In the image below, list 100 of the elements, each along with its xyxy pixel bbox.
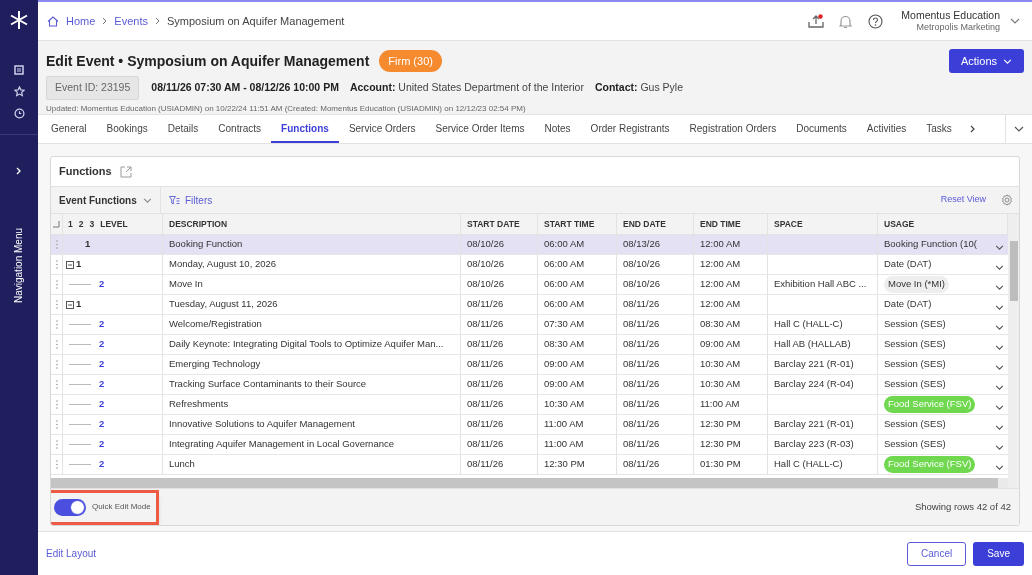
table-cell: Hall C (HALL-C) [774, 457, 843, 472]
table-cell: 08:30 AM [700, 317, 741, 332]
table-row[interactable]: 2 Lunch 08/11/26 12:30 PM 08/11/26 01:30 PM Hall C (HALL-C) Food Service (FSV) [51, 455, 1008, 475]
breadcrumb-link[interactable]: Events [114, 12, 148, 30]
tab[interactable]: Activities [856, 115, 917, 143]
tab[interactable]: Service Orders [338, 115, 426, 143]
table-row[interactable]: 2 Integrating Aquifer Management in Local Governance 08/11/26 11:00 AM 08/11/26 12:30 PM Barclay 223 (R-03) Session (SES) [51, 435, 1008, 455]
level-number: 2 [99, 357, 105, 372]
table-cell: 08/11/26 [467, 357, 504, 372]
table-cell: 12:00 AM [700, 277, 741, 292]
level-number: 2 [99, 397, 105, 412]
level-button[interactable]: 2 [78, 217, 84, 231]
usage-tag: Move In (*MI) [884, 276, 949, 293]
table-row[interactable]: 2 Refreshments 08/11/26 10:30 AM 08/11/26 11:00 AM Food Service (FSV) [51, 395, 1008, 415]
table-cell: Session (SES) [884, 357, 946, 372]
table-cell: 08/10/26 [467, 237, 504, 252]
level-button[interactable]: 1 [68, 217, 73, 231]
table-cell: Session (SES) [884, 317, 946, 332]
tab[interactable]: General [41, 115, 97, 143]
column-header: SPACE [774, 217, 803, 231]
table-cell: 08/10/26 [467, 277, 504, 292]
breadcrumb-current: Symposium on Aquifer Management [167, 13, 345, 29]
view-dropdown[interactable]: Event Functions [51, 187, 161, 213]
table-cell: 08/11/26 [467, 397, 504, 412]
navigation-menu-label[interactable]: Navigation Menu [11, 227, 27, 303]
edit-layout-link[interactable]: Edit Layout [46, 546, 97, 561]
table-cell: Welcome/Registration [169, 317, 262, 332]
level-button[interactable]: 3 [89, 217, 95, 231]
tab[interactable]: Notes [534, 115, 581, 143]
level-number: 2 [99, 317, 105, 332]
table-cell: 10:30 AM [544, 397, 585, 412]
table-row[interactable]: 1 Monday, August 10, 2026 08/10/26 06:00 AM 08/10/26 12:00 AM Date (DAT) [51, 255, 1008, 275]
level-number: 2 [99, 377, 105, 392]
column-header: START TIME [544, 217, 595, 231]
table-row[interactable]: 2 Move In 08/10/26 06:00 AM 08/10/26 12:00 AM Exhibition Hall ABC ... Move In (*MI) [51, 275, 1008, 295]
table-cell: 12:00 AM [700, 297, 741, 312]
tab[interactable]: Registration Orders [679, 115, 787, 143]
tab[interactable]: Order Registrants [580, 115, 680, 143]
status-badge: Firm (30) [379, 49, 442, 73]
event-dates: 08/11/26 07:30 AM - 08/12/26 10:00 PM [151, 80, 339, 95]
table-cell: 08/11/26 [467, 297, 504, 312]
contact-text: Contact: Gus Pyle [594, 80, 684, 95]
user-name[interactable]: Momentus Education [901, 8, 1000, 22]
save-button[interactable]: Save [973, 541, 1024, 566]
table-cell: 08/13/26 [623, 237, 660, 252]
table-row[interactable]: 2 Emerging Technology 08/11/26 09:00 AM 08/11/26 10:30 AM Barclay 221 (R-01) Session (SES) [51, 355, 1008, 375]
table-cell: 10:30 AM [700, 377, 741, 392]
table-row[interactable]: 2 Innovative Solutions to Aquifer Management 08/11/26 11:00 AM 08/11/26 12:30 PM Barclay 221 (R-01) Session (SES) [51, 415, 1008, 435]
table-cell: 07:30 AM [544, 317, 585, 332]
cancel-button[interactable]: Cancel [907, 541, 967, 566]
tab[interactable]: Bookings [96, 115, 158, 143]
table-cell: 08/11/26 [623, 317, 660, 332]
table-cell: Barclay 221 (R-01) [774, 417, 854, 432]
tab[interactable]: Details [157, 115, 209, 143]
table-row[interactable]: 1 Booking Function 08/10/26 06:00 AM 08/13/26 12:00 AM Booking Function (10( [51, 235, 1008, 255]
table-cell: 08/10/26 [623, 277, 660, 292]
tab[interactable]: Tasks [916, 115, 962, 143]
row-count: Showing rows 42 of 42 [914, 499, 1011, 514]
reset-view-link[interactable]: Reset View [940, 193, 986, 207]
table-cell: 08/11/26 [623, 337, 660, 352]
table-cell: Session (SES) [884, 417, 946, 432]
actions-button[interactable]: Actions [948, 49, 1024, 73]
tab[interactable]: Service Order Items [425, 115, 535, 143]
table-cell: Emerging Technology [169, 357, 261, 372]
breadcrumb-link[interactable]: Home [66, 12, 96, 30]
tab[interactable]: Contracts [208, 115, 272, 143]
table-cell: 12:30 PM [700, 437, 741, 452]
table-cell: 08:30 AM [544, 337, 585, 352]
table-cell: 12:30 PM [700, 417, 741, 432]
organization-name: Metropolis Marketing [916, 21, 1000, 34]
table-cell: 11:00 AM [544, 417, 584, 432]
table-cell: 08/11/26 [467, 437, 504, 452]
table-cell: 09:00 AM [544, 357, 585, 372]
table-row[interactable]: 2 Daily Keynote: Integrating Digital Tools to Optimize Aquifer Man... 08/11/26 08:30 AM 08/11/26 09:00 AM Hall AB (HALLAB) Session (SES) [51, 335, 1008, 355]
table-row[interactable]: 2 Welcome/Registration 08/11/26 07:30 AM 08/11/26 08:30 AM Hall C (HALL-C) Session (SES) [51, 315, 1008, 335]
table-cell: Exhibition Hall ABC ... [774, 277, 867, 292]
table-cell: 11:00 AM [700, 397, 740, 412]
table-cell: Daily Keynote: Integrating Digital Tools to Optimize Aquifer Man... [169, 337, 444, 352]
table-cell: Session (SES) [884, 337, 946, 352]
table-cell: Barclay 223 (R-03) [774, 437, 854, 452]
level-number: 1 [76, 257, 82, 272]
filters-button[interactable]: Filters [169, 192, 213, 208]
table-cell: 08/11/26 [467, 337, 504, 352]
table-row[interactable]: 1 Tuesday, August 11, 2026 08/11/26 06:00 AM 08/11/26 12:00 AM Date (DAT) [51, 295, 1008, 315]
table-cell: 08/11/26 [623, 377, 660, 392]
table-cell: Date (DAT) [884, 297, 932, 312]
level-number: 2 [99, 437, 105, 452]
table-cell: 08/11/26 [623, 417, 660, 432]
table-cell: Session (SES) [884, 377, 946, 392]
table-cell: 08/10/26 [623, 257, 660, 272]
table-cell: Integrating Aquifer Management in Local Governance [169, 437, 394, 452]
tab[interactable]: Documents [786, 115, 857, 143]
table-cell: 09:00 AM [544, 377, 585, 392]
table-cell: Session (SES) [884, 437, 946, 452]
table-cell: 08/10/26 [467, 257, 504, 272]
table-row[interactable]: 2 Tracking Surface Contaminants to their Source 08/11/26 09:00 AM 08/11/26 10:30 AM Barclay 224 (R-04) Session (SES) [51, 375, 1008, 395]
updated-text: Updated: Momentus Education (USIADMIN) on 10/22/24 11:51 AM (Created: Momentus Education (USIADMIN) on 12/12/23 02:54 PM) [46, 102, 527, 115]
level-number: 2 [99, 457, 105, 472]
panel-title: Functions [59, 164, 112, 180]
usage-tag: Food Service (FSV) [884, 396, 976, 413]
